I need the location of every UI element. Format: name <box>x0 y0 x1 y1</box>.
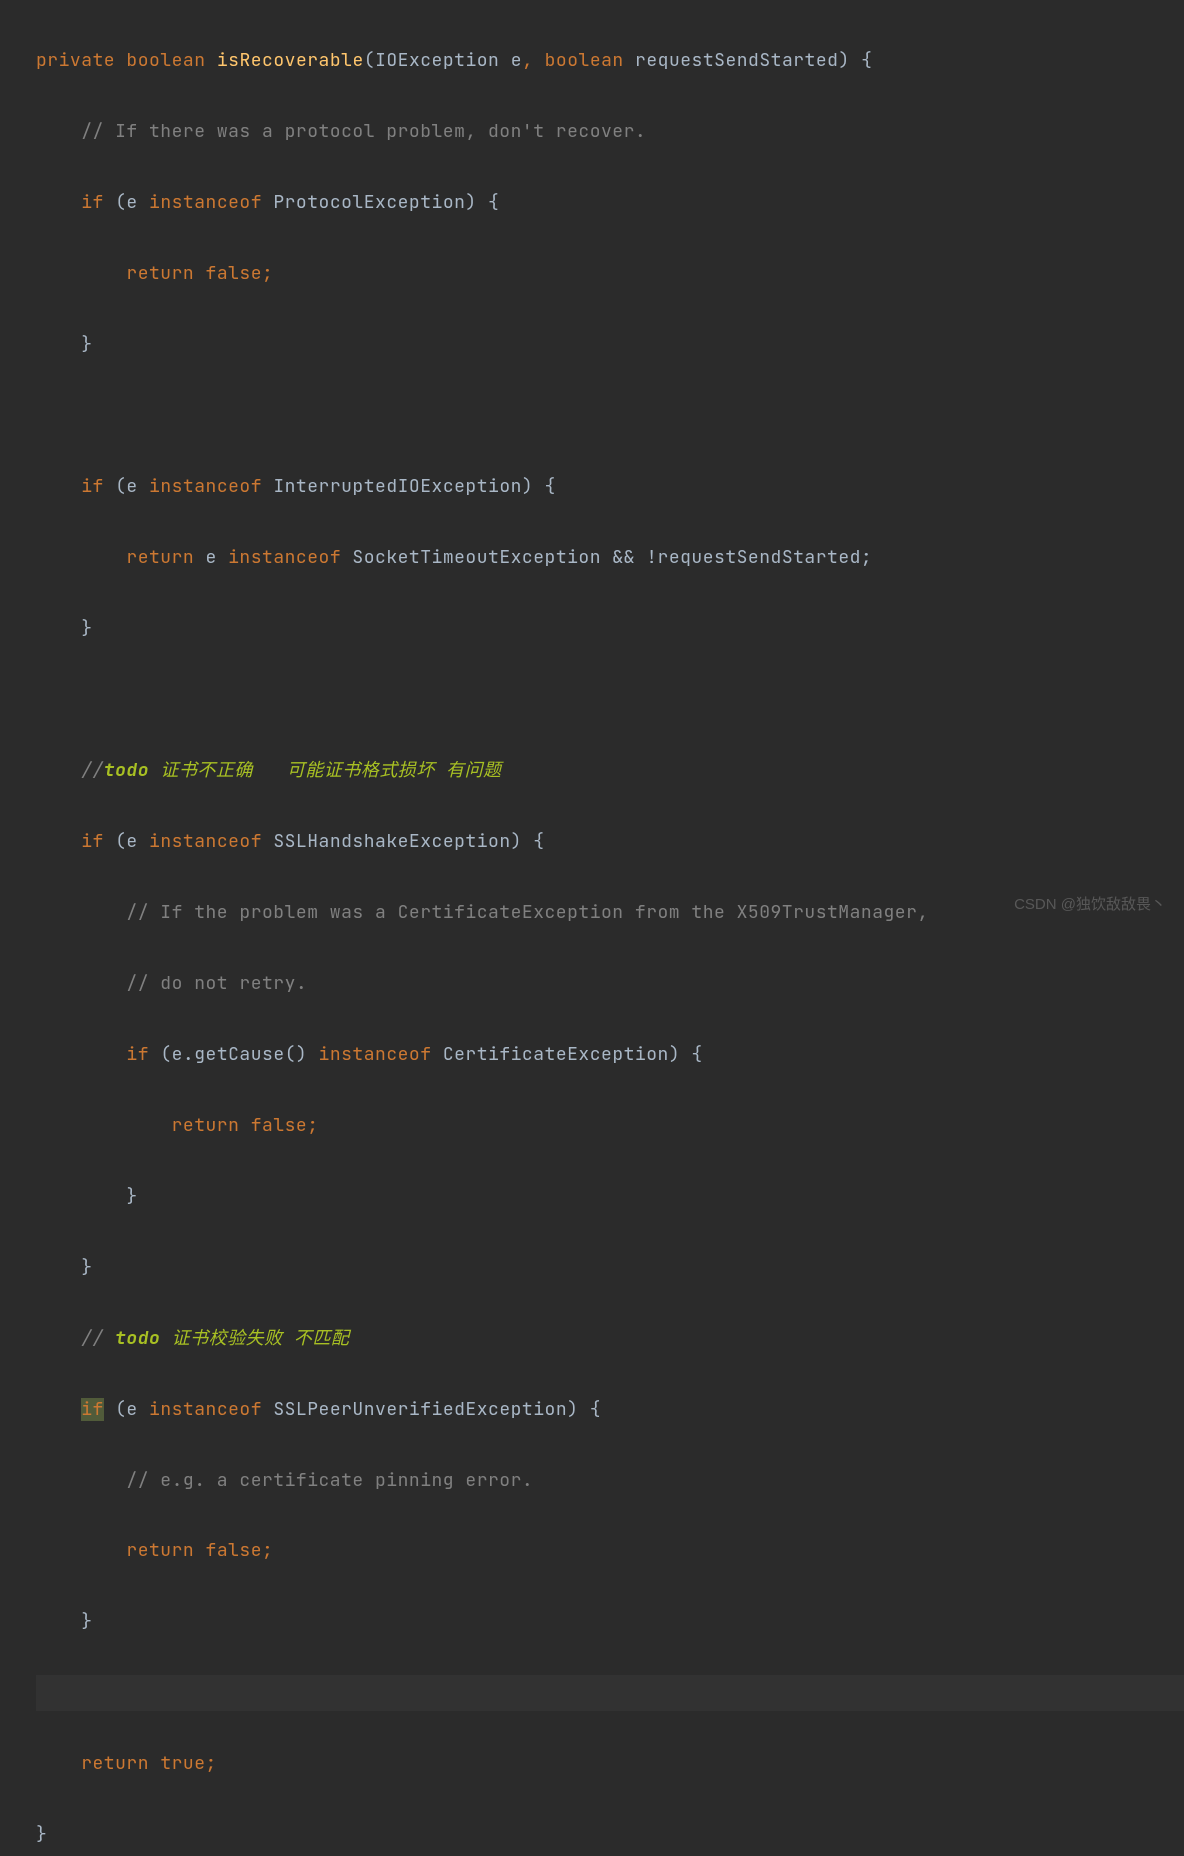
comment: // do not retry. <box>126 972 307 995</box>
code-line: if (e instanceof SSLPeerUnverifiedExcept… <box>36 1392 1184 1428</box>
comment: // If there was a protocol problem, don'… <box>81 120 646 143</box>
code-line: } <box>36 1250 1184 1286</box>
keyword-boolean: boolean <box>126 49 205 72</box>
paren-close: ) <box>838 49 849 72</box>
keyword-if: if <box>81 475 104 498</box>
param-name: e <box>511 49 522 72</box>
paren-open: ( <box>364 49 375 72</box>
brace-close: } <box>81 333 92 356</box>
code-line: } <box>36 1179 1184 1215</box>
literal-true: true <box>160 1752 205 1775</box>
semicolon: ; <box>262 262 273 285</box>
keyword-return: return <box>81 1752 149 1775</box>
literal-false: false <box>251 1114 308 1137</box>
text: e <box>194 546 228 569</box>
brace-close: } <box>81 1256 92 1279</box>
keyword-instanceof: instanceof <box>149 830 262 853</box>
brace-close: } <box>126 1185 137 1208</box>
class-ref: InterruptedIOException) { <box>262 475 556 498</box>
brace-close: } <box>81 1610 92 1633</box>
code-line: return false; <box>36 1533 1184 1569</box>
expr: SocketTimeoutException && !requestSendSt… <box>341 546 872 569</box>
keyword-if: if <box>81 830 104 853</box>
keyword-private: private <box>36 49 115 72</box>
code-line: // do not retry. <box>36 966 1184 1002</box>
keyword-instanceof: instanceof <box>228 546 341 569</box>
class-ref: SSLPeerUnverifiedException) { <box>262 1398 601 1421</box>
todo-tag: todo <box>104 759 149 782</box>
literal-false: false <box>206 262 263 285</box>
keyword-if: if <box>81 191 104 214</box>
keyword-return: return <box>126 262 194 285</box>
code-line: } <box>36 327 1184 363</box>
semicolon: ; <box>262 1539 273 1562</box>
keyword-boolean: boolean <box>545 49 624 72</box>
code-line: return false; <box>36 1108 1184 1144</box>
keyword-return: return <box>172 1114 240 1137</box>
todo-tag: todo <box>115 1327 160 1350</box>
watermark: CSDN @独饮敌敌畏丶 <box>1014 890 1166 920</box>
code-line: if (e instanceof InterruptedIOException)… <box>36 469 1184 505</box>
brace-close: } <box>81 617 92 640</box>
todo-text: 证书校验失败 不匹配 <box>160 1327 349 1350</box>
code-line-caret <box>36 1675 1184 1711</box>
code-line: return e instanceof SocketTimeoutExcepti… <box>36 540 1184 576</box>
text: (e <box>104 475 149 498</box>
todo-text: 证书不正确 可能证书格式损坏 有问题 <box>149 759 502 782</box>
keyword-instanceof: instanceof <box>319 1043 432 1066</box>
code-editor[interactable]: private boolean isRecoverable(IOExceptio… <box>0 0 1184 1856</box>
caret-line-highlight <box>36 1675 1184 1711</box>
code-line: // If there was a protocol problem, don'… <box>36 114 1184 150</box>
keyword-if: if <box>126 1043 149 1066</box>
comma: , <box>522 49 533 72</box>
param-name: requestSendStarted <box>635 49 838 72</box>
brace-open: { <box>850 49 873 72</box>
code-line-empty <box>36 682 1184 718</box>
code-line: return true; <box>36 1746 1184 1782</box>
semicolon: ; <box>307 1114 318 1137</box>
code-line: } <box>36 1604 1184 1640</box>
code-line: return false; <box>36 256 1184 292</box>
class-ref: CertificateException) { <box>432 1043 703 1066</box>
code-line: // e.g. a certificate pinning error. <box>36 1463 1184 1499</box>
literal-false: false <box>206 1539 263 1562</box>
text: (e <box>104 1398 149 1421</box>
brace-close: } <box>36 1823 47 1846</box>
keyword-return: return <box>126 546 194 569</box>
method-name: isRecoverable <box>217 49 364 72</box>
code-line: if (e instanceof ProtocolException) { <box>36 185 1184 221</box>
comment-slash: // <box>81 759 104 782</box>
code-line: if (e.getCause() instanceof CertificateE… <box>36 1037 1184 1073</box>
text: (e.getCause() <box>149 1043 319 1066</box>
code-line: // todo 证书校验失败 不匹配 <box>36 1321 1184 1357</box>
code-line: } <box>36 1817 1184 1853</box>
comment: // e.g. a certificate pinning error. <box>126 1469 533 1492</box>
code-line: // If the problem was a CertificateExcep… <box>36 895 1184 931</box>
class-ref: ProtocolException) { <box>262 191 499 214</box>
class-ref: SSLHandshakeException) { <box>262 830 545 853</box>
keyword-return: return <box>126 1539 194 1562</box>
code-line: if (e instanceof SSLHandshakeException) … <box>36 824 1184 860</box>
keyword-instanceof: instanceof <box>149 475 262 498</box>
code-line: //todo 证书不正确 可能证书格式损坏 有问题 <box>36 753 1184 789</box>
code-line-empty <box>36 398 1184 434</box>
semicolon: ; <box>206 1752 217 1775</box>
text: (e <box>104 191 149 214</box>
keyword-if-highlighted: if <box>81 1398 104 1421</box>
keyword-instanceof: instanceof <box>149 1398 262 1421</box>
keyword-instanceof: instanceof <box>149 191 262 214</box>
comment-slash: // <box>81 1327 115 1350</box>
param-type: IOException <box>375 49 499 72</box>
code-line: private boolean isRecoverable(IOExceptio… <box>36 43 1184 79</box>
comment: // If the problem was a CertificateExcep… <box>126 901 928 924</box>
code-line: } <box>36 611 1184 647</box>
text: (e <box>104 830 149 853</box>
